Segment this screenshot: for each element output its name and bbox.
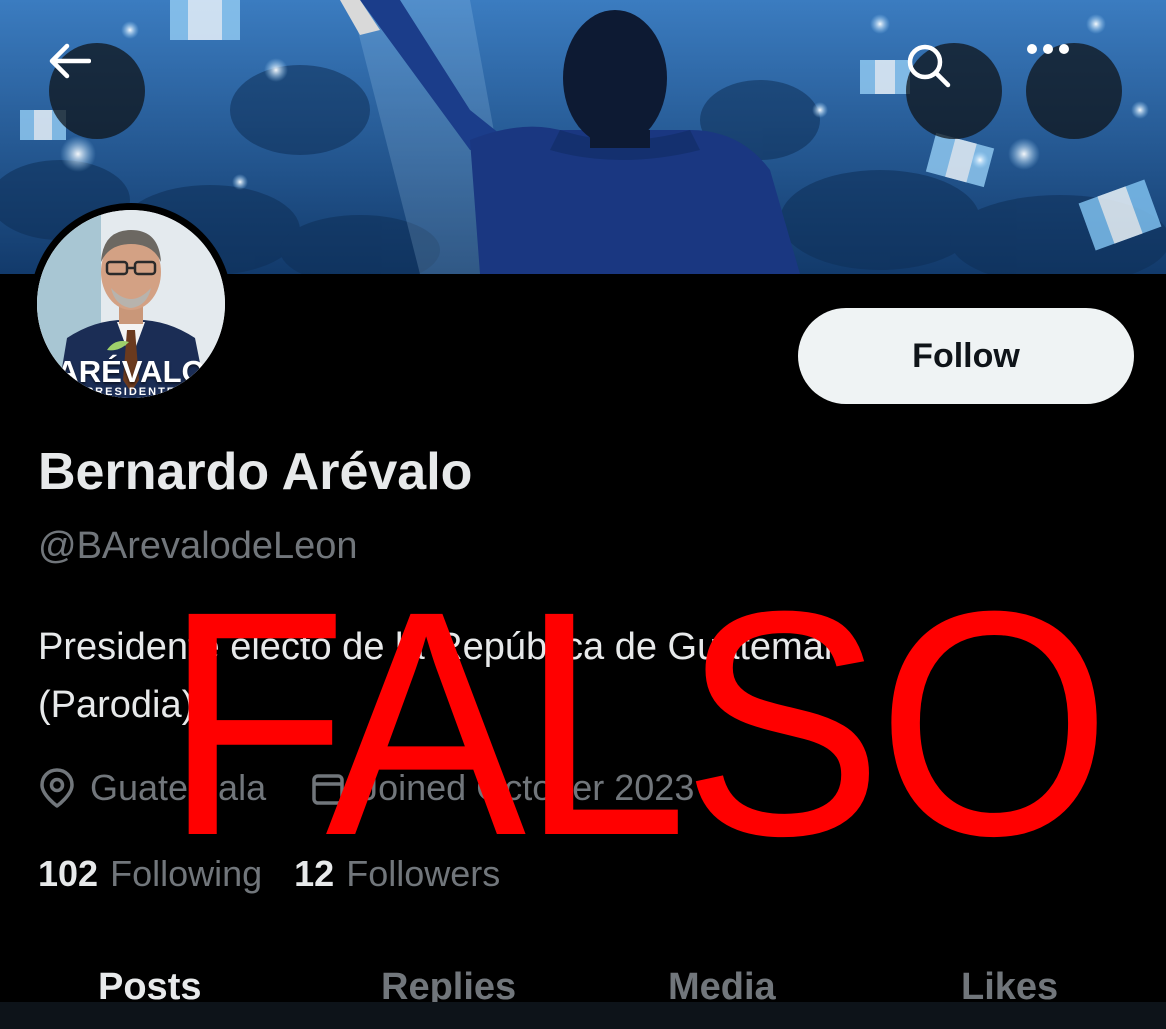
location-pin-icon: [40, 768, 74, 808]
followers-label: Followers: [346, 853, 501, 894]
joined-text: Joined October 2023: [360, 767, 695, 808]
followers-count: 12: [294, 853, 335, 894]
tab-replies[interactable]: Replies: [381, 950, 516, 1008]
tab-divider: [0, 1002, 1166, 1029]
more-options-button[interactable]: [1026, 43, 1122, 139]
bio-line: (Parodia): [38, 684, 195, 726]
follow-button[interactable]: Follow: [798, 308, 1134, 404]
follow-stats: 102 Following 12 Followers: [38, 848, 500, 900]
calendar-icon: [312, 774, 344, 805]
back-button[interactable]: [49, 43, 145, 139]
profile-page: ARÉVALO PRESIDENTE Follow Bernardo Aréva…: [0, 0, 1166, 1029]
bio-line: Presidente electo de la República de Gua…: [38, 626, 854, 668]
following-count: 102: [38, 853, 99, 894]
profile-bio: Presidente electo de la República de Gua…: [38, 618, 1038, 734]
profile-tabs: Posts Replies Media Likes: [0, 950, 1166, 1008]
joined-item: Joined October 2023: [310, 767, 694, 809]
more-icon: [1027, 44, 1069, 54]
following-link[interactable]: 102 Following: [38, 853, 262, 895]
display-name: Bernardo Arévalo: [38, 443, 473, 501]
tab-media[interactable]: Media: [668, 950, 776, 1008]
location-item: Guatemala: [38, 767, 266, 809]
search-icon: [907, 44, 951, 88]
tab-likes[interactable]: Likes: [961, 950, 1058, 1008]
back-arrow-icon: [49, 43, 91, 79]
followers-link[interactable]: 12 Followers: [294, 853, 500, 895]
avatar-image: ARÉVALO PRESIDENTE: [37, 210, 225, 398]
following-label: Following: [110, 853, 263, 894]
avatar[interactable]: ARÉVALO PRESIDENTE: [30, 203, 232, 405]
avatar-brand-subtext: PRESIDENTE: [85, 386, 177, 398]
search-button[interactable]: [906, 43, 1002, 139]
profile-meta: Guatemala Joined October 2023: [38, 762, 694, 814]
tab-posts[interactable]: Posts: [98, 950, 201, 1008]
location-text: Guatemala: [90, 767, 267, 808]
avatar-brand-text: ARÉVALO: [56, 354, 206, 389]
user-handle: @BArevalodeLeon: [38, 525, 358, 567]
